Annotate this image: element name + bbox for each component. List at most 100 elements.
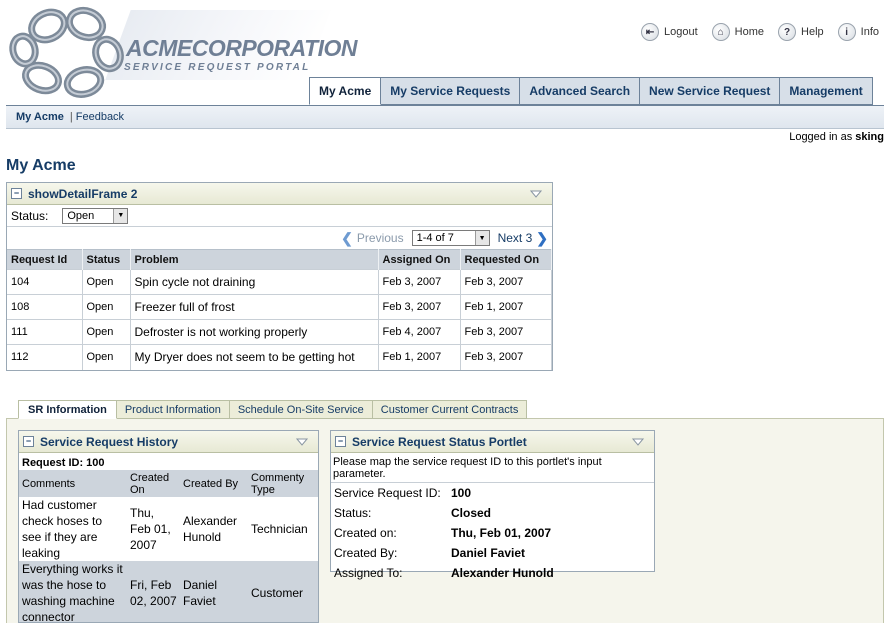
- cell-status: Open: [82, 294, 131, 320]
- status-select[interactable]: Open ▼: [62, 207, 129, 224]
- tab-new-service-request[interactable]: New Service Request: [640, 77, 781, 105]
- status-portlet-title: Service Request Status Portlet: [352, 434, 527, 449]
- field-label: Created on:: [334, 526, 397, 540]
- field-assigned-to: Assigned To: Alexander Hunold: [331, 563, 654, 583]
- cell-assigned-on: Feb 1, 2007: [378, 344, 461, 370]
- cell-requested-on: Feb 3, 2007: [460, 319, 552, 345]
- chevron-down-icon[interactable]: [632, 438, 644, 446]
- cell-assigned-on: Feb 4, 2007: [378, 319, 461, 345]
- field-value: Alexander Hunold: [451, 566, 554, 580]
- col-requested-on[interactable]: Requested On: [460, 249, 552, 270]
- col-assigned-on[interactable]: Assigned On: [378, 249, 461, 270]
- logo-rings-icon: [9, 6, 124, 98]
- service-request-status-portlet: − Service Request Status Portlet Please …: [330, 430, 655, 580]
- home-label: Home: [734, 26, 765, 38]
- range-select-value: 1-4 of 7: [416, 232, 454, 244]
- cell-problem: Defroster is not working properly: [130, 319, 379, 345]
- detail-frame-header: − showDetailFrame 2: [7, 183, 552, 205]
- cell-requested-on: Feb 3, 2007: [460, 269, 552, 295]
- cell-status: Open: [82, 344, 131, 370]
- cell-request-id: 112: [7, 344, 83, 370]
- col-request-id[interactable]: Request Id: [7, 249, 83, 270]
- logout-link[interactable]: ⇤ Logout: [641, 23, 698, 41]
- chevron-down-icon[interactable]: [530, 190, 542, 198]
- cell-problem: My Dryer does not seem to be getting hot: [130, 344, 379, 370]
- status-select-value: Open: [67, 209, 95, 222]
- tab-advanced-search[interactable]: Advanced Search: [520, 77, 641, 105]
- help-link[interactable]: ? Help: [778, 23, 824, 41]
- col-created-on: Created On: [127, 470, 180, 497]
- table-header-row: Request Id Status Problem Assigned On Re…: [7, 249, 552, 270]
- table-row: Everything works it was the hose to wash…: [19, 561, 318, 622]
- cell-status: Open: [82, 269, 131, 295]
- cell-requested-on: Feb 1, 2007: [460, 294, 552, 320]
- cell-request-id: 111: [7, 319, 83, 345]
- brand-logo: ACMECORPORATION SERVICE REQUEST PORTAL: [8, 2, 358, 100]
- chevron-down-icon[interactable]: [296, 438, 308, 446]
- tab-management[interactable]: Management: [780, 77, 873, 105]
- collapse-icon[interactable]: −: [23, 436, 34, 447]
- col-comments: Comments: [19, 470, 127, 497]
- dropdown-arrow-icon[interactable]: ▼: [113, 208, 128, 223]
- cell-status: Open: [82, 319, 131, 345]
- feedback-link[interactable]: Feedback: [76, 111, 124, 123]
- cell-comment: Had customer check hoses to see if they …: [22, 498, 103, 560]
- cell-comment-type: Customer: [248, 561, 318, 622]
- info-icon: i: [837, 23, 856, 41]
- table-row: Had customer check hoses to see if they …: [19, 497, 318, 561]
- tab-my-service-requests[interactable]: My Service Requests: [381, 77, 521, 105]
- cell-problem: Spin cycle not draining: [130, 269, 379, 295]
- cell-assigned-on: Feb 3, 2007: [378, 269, 461, 295]
- collapse-icon[interactable]: −: [11, 188, 22, 199]
- table-row[interactable]: 112 Open My Dryer does not seem to be ge…: [7, 344, 552, 370]
- next-arrow-icon[interactable]: ❯: [536, 230, 548, 247]
- col-status[interactable]: Status: [82, 249, 131, 270]
- field-label: Assigned To:: [334, 566, 403, 580]
- home-icon: ⌂: [711, 23, 730, 41]
- col-problem[interactable]: Problem: [130, 249, 379, 270]
- tab-schedule-on-site-service[interactable]: Schedule On-Site Service: [229, 400, 373, 419]
- collapse-icon[interactable]: −: [335, 436, 346, 447]
- field-service-request-id: Service Request ID: 100: [331, 483, 654, 503]
- brand-tagline: SERVICE REQUEST PORTAL: [124, 62, 311, 73]
- cell-created-by: Daniel Faviet: [180, 561, 248, 622]
- page-title: My Acme: [6, 157, 76, 174]
- tab-sr-information[interactable]: SR Information: [18, 400, 117, 419]
- cell-created-on: Thu, Feb 01, 2007: [130, 506, 171, 552]
- cell-problem: Freezer full of frost: [130, 294, 379, 320]
- previous-arrow-icon: ❮: [341, 229, 353, 246]
- status-portlet-header: − Service Request Status Portlet: [331, 431, 654, 453]
- subnav-current[interactable]: My Acme: [16, 111, 64, 123]
- tab-product-information[interactable]: Product Information: [116, 400, 230, 419]
- field-value: Thu, Feb 01, 2007: [451, 526, 552, 540]
- detail-frame-title: showDetailFrame 2: [28, 186, 138, 201]
- cell-requested-on: Feb 3, 2007: [460, 344, 552, 370]
- dropdown-arrow-icon[interactable]: ▼: [474, 231, 489, 245]
- field-label: Service Request ID:: [334, 486, 441, 500]
- field-status: Status: Closed: [331, 503, 654, 523]
- field-value: 100: [451, 486, 472, 500]
- info-link[interactable]: i Info: [837, 23, 879, 41]
- pager: ❮ Previous 1-4 of 7 ▼ Next 3 ❯: [7, 227, 552, 249]
- service-request-history-portlet: − Service Request History Request ID: 10…: [18, 430, 319, 623]
- table-row[interactable]: 108 Open Freezer full of frost Feb 3, 20…: [7, 294, 552, 320]
- table-row[interactable]: 104 Open Spin cycle not draining Feb 3, …: [7, 269, 552, 295]
- status-filter-row: Status: Open ▼: [7, 205, 552, 227]
- subnav-separator: |: [69, 111, 73, 123]
- field-created-on: Created on: Thu, Feb 01, 2007: [331, 523, 654, 543]
- global-links: ⇤ Logout ⌂ Home ? Help i Info: [641, 23, 879, 41]
- range-select[interactable]: 1-4 of 7 ▼: [411, 230, 490, 246]
- cell-request-id: 104: [7, 269, 83, 295]
- tab-customer-current-contracts[interactable]: Customer Current Contracts: [372, 400, 528, 419]
- tab-my-acme[interactable]: My Acme: [309, 77, 382, 105]
- sub-tabs: SR Information Product Information Sched…: [18, 400, 528, 419]
- mapping-note: Please map the service request ID to thi…: [331, 453, 654, 483]
- table-row[interactable]: 111 Open Defroster is not working proper…: [7, 319, 552, 345]
- logout-icon: ⇤: [641, 23, 660, 41]
- home-link[interactable]: ⌂ Home: [711, 23, 765, 41]
- help-label: Help: [801, 26, 824, 38]
- cell-comment-type: Technician: [251, 522, 308, 536]
- history-title: Service Request History: [40, 434, 179, 449]
- next-link[interactable]: Next 3: [498, 231, 533, 245]
- cell-created-on: Fri, Feb 02, 2007: [127, 561, 180, 622]
